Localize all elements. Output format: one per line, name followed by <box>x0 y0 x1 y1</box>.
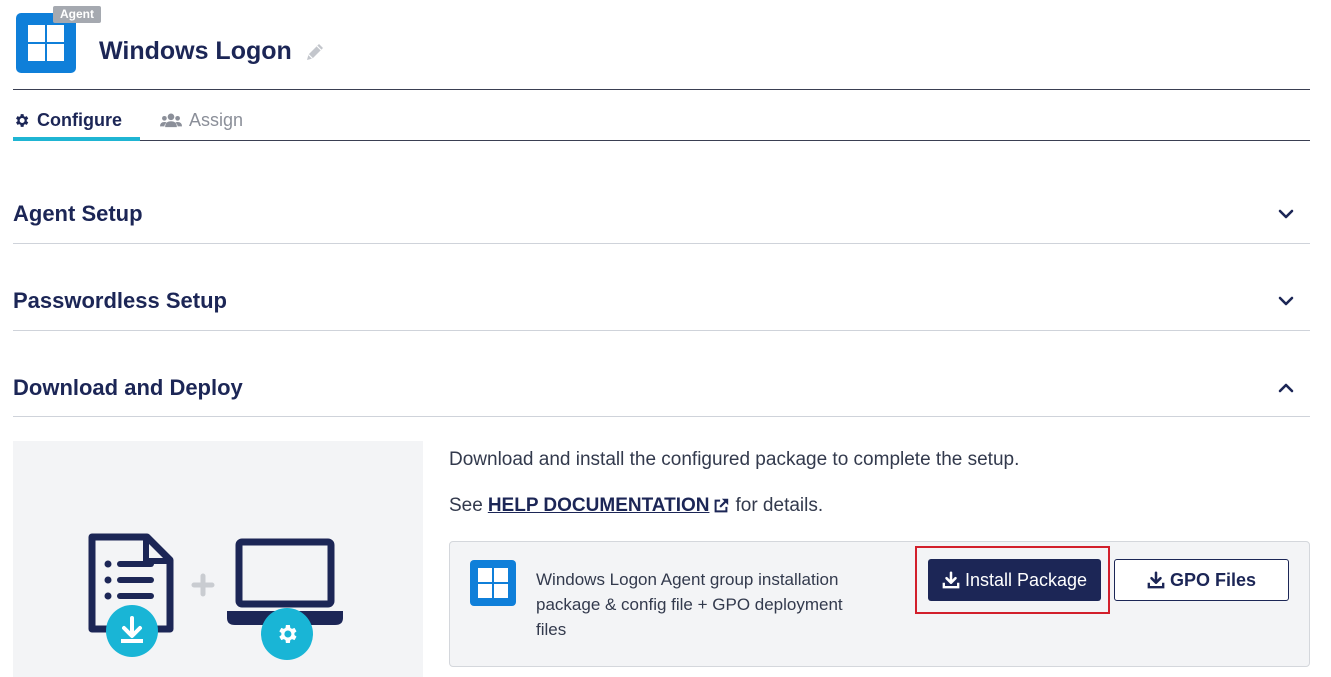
install-package-label: Install Package <box>964 569 1088 590</box>
help-documentation-link[interactable]: HELP DOCUMENTATION <box>488 495 731 517</box>
section-divider <box>13 416 1310 417</box>
tab-configure[interactable]: Configure <box>13 100 140 140</box>
active-tab-indicator <box>13 137 140 141</box>
deploy-illustration <box>13 441 423 677</box>
section-title: Agent Setup <box>13 201 143 226</box>
deploy-intro-text: Download and install the configured pack… <box>449 449 1020 470</box>
section-divider <box>13 330 1310 331</box>
tabs-divider <box>13 140 1310 141</box>
section-divider <box>13 243 1310 244</box>
gear-icon <box>13 112 30 129</box>
see-prefix: See <box>449 495 483 516</box>
gpo-files-button[interactable]: GPO Files <box>1114 559 1289 601</box>
section-download-deploy[interactable]: Download and Deploy <box>13 368 1310 408</box>
help-line: See HELP DOCUMENTATION for details. <box>449 495 823 517</box>
section-title: Passwordless Setup <box>13 288 227 313</box>
agent-badge: Agent <box>53 6 101 23</box>
help-link-label: HELP DOCUMENTATION <box>487 495 710 516</box>
see-suffix: for details. <box>735 495 824 516</box>
external-link-icon <box>715 498 729 513</box>
download-icon <box>1147 571 1165 589</box>
download-icon <box>942 571 960 589</box>
chevron-up-icon <box>1278 383 1294 393</box>
install-package-button[interactable]: Install Package <box>928 559 1101 601</box>
section-passwordless-setup[interactable]: Passwordless Setup <box>13 281 1310 321</box>
windows-logo-icon <box>470 560 516 606</box>
gpo-files-label: GPO Files <box>1169 569 1257 590</box>
header-divider <box>13 89 1310 90</box>
tab-configure-label: Configure <box>37 109 122 130</box>
users-icon <box>160 112 182 129</box>
tab-assign-label: Assign <box>189 109 244 130</box>
page-title: Windows Logon <box>99 37 292 65</box>
document-laptop-illustration <box>88 533 343 660</box>
chevron-down-icon <box>1278 296 1294 306</box>
pencil-icon[interactable] <box>304 41 326 63</box>
tab-assign[interactable]: Assign <box>160 100 243 140</box>
section-title: Download and Deploy <box>13 375 243 400</box>
chevron-down-icon <box>1278 209 1294 219</box>
section-agent-setup[interactable]: Agent Setup <box>13 194 1310 234</box>
package-description: Windows Logon Agent group installation p… <box>536 570 843 639</box>
